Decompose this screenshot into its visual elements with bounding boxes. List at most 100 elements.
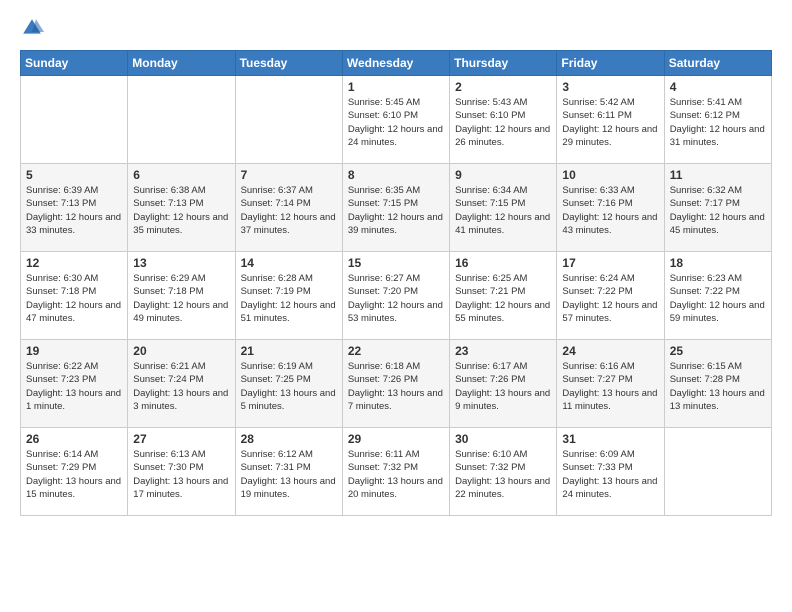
calendar-cell: 7 Sunrise: 6:37 AM Sunset: 7:14 PM Daylig… bbox=[235, 164, 342, 252]
calendar-cell: 5Sunrise: 6:39 AM Sunset: 7:13 PM Daylig… bbox=[21, 164, 128, 252]
calendar-cell: 30 Sunrise: 6:10 AM Sunset: 7:32 PM Dayli… bbox=[450, 428, 557, 516]
page: SundayMondayTuesdayWednesdayThursdayFrid… bbox=[0, 0, 792, 612]
day-number: 1 bbox=[348, 80, 444, 94]
day-number: 26 bbox=[26, 432, 122, 446]
header bbox=[20, 16, 772, 40]
day-number: 14 bbox=[241, 256, 337, 270]
calendar-cell: 21 Sunrise: 6:19 AM Sunset: 7:25 PM Dayli… bbox=[235, 340, 342, 428]
logo bbox=[20, 16, 48, 40]
day-number: 13 bbox=[133, 256, 229, 270]
calendar-week-4: 19Sunrise: 6:22 AM Sunset: 7:23 PM Dayli… bbox=[21, 340, 772, 428]
day-info: Sunrise: 6:27 AM Sunset: 7:20 PM Dayligh… bbox=[348, 272, 444, 325]
day-info: Sunrise: 6:38 AM Sunset: 7:13 PM Dayligh… bbox=[133, 184, 229, 237]
day-info: Sunrise: 6:17 AM Sunset: 7:26 PM Dayligh… bbox=[455, 360, 551, 413]
calendar-header-sunday: Sunday bbox=[21, 51, 128, 76]
day-info: Sunrise: 6:23 AM Sunset: 7:22 PM Dayligh… bbox=[670, 272, 766, 325]
day-info: Sunrise: 6:13 AM Sunset: 7:30 PM Dayligh… bbox=[133, 448, 229, 501]
day-info: Sunrise: 6:30 AM Sunset: 7:18 PM Dayligh… bbox=[26, 272, 122, 325]
calendar-cell: 2 Sunrise: 5:43 AM Sunset: 6:10 PM Daylig… bbox=[450, 76, 557, 164]
day-number: 2 bbox=[455, 80, 551, 94]
day-info: Sunrise: 6:12 AM Sunset: 7:31 PM Dayligh… bbox=[241, 448, 337, 501]
calendar-cell: 26 Sunrise: 6:14 AM Sunset: 7:29 PM Dayli… bbox=[21, 428, 128, 516]
day-info: Sunrise: 6:29 AM Sunset: 7:18 PM Dayligh… bbox=[133, 272, 229, 325]
calendar-cell: 31 Sunrise: 6:09 AM Sunset: 7:33 PM Dayli… bbox=[557, 428, 664, 516]
calendar-cell bbox=[235, 76, 342, 164]
calendar-cell: 23 Sunrise: 6:17 AM Sunset: 7:26 PM Dayli… bbox=[450, 340, 557, 428]
calendar-week-5: 26 Sunrise: 6:14 AM Sunset: 7:29 PM Dayli… bbox=[21, 428, 772, 516]
calendar-cell: 28 Sunrise: 6:12 AM Sunset: 7:31 PM Dayli… bbox=[235, 428, 342, 516]
day-number: 23 bbox=[455, 344, 551, 358]
calendar-header-monday: Monday bbox=[128, 51, 235, 76]
calendar-cell: 12 Sunrise: 6:30 AM Sunset: 7:18 PM Dayli… bbox=[21, 252, 128, 340]
calendar-cell: 22Sunrise: 6:18 AM Sunset: 7:26 PM Dayli… bbox=[342, 340, 449, 428]
calendar-header-thursday: Thursday bbox=[450, 51, 557, 76]
calendar-cell: 25 Sunrise: 6:15 AM Sunset: 7:28 PM Dayli… bbox=[664, 340, 771, 428]
calendar-cell: 29 Sunrise: 6:11 AM Sunset: 7:32 PM Dayli… bbox=[342, 428, 449, 516]
day-info: Sunrise: 6:09 AM Sunset: 7:33 PM Dayligh… bbox=[562, 448, 658, 501]
day-number: 30 bbox=[455, 432, 551, 446]
logo-icon bbox=[20, 16, 44, 40]
calendar-cell: 4 Sunrise: 5:41 AM Sunset: 6:12 PM Daylig… bbox=[664, 76, 771, 164]
day-info: Sunrise: 6:21 AM Sunset: 7:24 PM Dayligh… bbox=[133, 360, 229, 413]
day-number: 15 bbox=[348, 256, 444, 270]
calendar-cell: 1Sunrise: 5:45 AM Sunset: 6:10 PM Daylig… bbox=[342, 76, 449, 164]
day-number: 31 bbox=[562, 432, 658, 446]
calendar-cell: 18 Sunrise: 6:23 AM Sunset: 7:22 PM Dayli… bbox=[664, 252, 771, 340]
calendar-cell: 24 Sunrise: 6:16 AM Sunset: 7:27 PM Dayli… bbox=[557, 340, 664, 428]
day-info: Sunrise: 6:35 AM Sunset: 7:15 PM Dayligh… bbox=[348, 184, 444, 237]
day-number: 25 bbox=[670, 344, 766, 358]
day-info: Sunrise: 6:28 AM Sunset: 7:19 PM Dayligh… bbox=[241, 272, 337, 325]
day-number: 18 bbox=[670, 256, 766, 270]
calendar-header-saturday: Saturday bbox=[664, 51, 771, 76]
day-info: Sunrise: 6:34 AM Sunset: 7:15 PM Dayligh… bbox=[455, 184, 551, 237]
calendar-header-friday: Friday bbox=[557, 51, 664, 76]
day-number: 7 bbox=[241, 168, 337, 182]
day-info: Sunrise: 6:24 AM Sunset: 7:22 PM Dayligh… bbox=[562, 272, 658, 325]
calendar-cell: 16Sunrise: 6:25 AM Sunset: 7:21 PM Dayli… bbox=[450, 252, 557, 340]
calendar-week-3: 12 Sunrise: 6:30 AM Sunset: 7:18 PM Dayli… bbox=[21, 252, 772, 340]
calendar-cell: 8 Sunrise: 6:35 AM Sunset: 7:15 PM Daylig… bbox=[342, 164, 449, 252]
day-number: 29 bbox=[348, 432, 444, 446]
day-info: Sunrise: 5:43 AM Sunset: 6:10 PM Dayligh… bbox=[455, 96, 551, 149]
day-number: 4 bbox=[670, 80, 766, 94]
calendar-cell: 6 Sunrise: 6:38 AM Sunset: 7:13 PM Daylig… bbox=[128, 164, 235, 252]
calendar-cell: 3Sunrise: 5:42 AM Sunset: 6:11 PM Daylig… bbox=[557, 76, 664, 164]
day-info: Sunrise: 6:15 AM Sunset: 7:28 PM Dayligh… bbox=[670, 360, 766, 413]
calendar-cell: 15 Sunrise: 6:27 AM Sunset: 7:20 PM Dayli… bbox=[342, 252, 449, 340]
calendar-cell bbox=[21, 76, 128, 164]
day-number: 17 bbox=[562, 256, 658, 270]
calendar-cell: 19Sunrise: 6:22 AM Sunset: 7:23 PM Dayli… bbox=[21, 340, 128, 428]
calendar-cell: 10 Sunrise: 6:33 AM Sunset: 7:16 PM Dayli… bbox=[557, 164, 664, 252]
calendar-header-wednesday: Wednesday bbox=[342, 51, 449, 76]
day-info: Sunrise: 6:11 AM Sunset: 7:32 PM Dayligh… bbox=[348, 448, 444, 501]
day-info: Sunrise: 6:37 AM Sunset: 7:14 PM Dayligh… bbox=[241, 184, 337, 237]
day-number: 20 bbox=[133, 344, 229, 358]
calendar-cell: 20 Sunrise: 6:21 AM Sunset: 7:24 PM Dayli… bbox=[128, 340, 235, 428]
day-number: 10 bbox=[562, 168, 658, 182]
calendar-cell: 14 Sunrise: 6:28 AM Sunset: 7:19 PM Dayli… bbox=[235, 252, 342, 340]
day-info: Sunrise: 6:19 AM Sunset: 7:25 PM Dayligh… bbox=[241, 360, 337, 413]
day-number: 8 bbox=[348, 168, 444, 182]
day-number: 28 bbox=[241, 432, 337, 446]
day-info: Sunrise: 5:41 AM Sunset: 6:12 PM Dayligh… bbox=[670, 96, 766, 149]
calendar-header-row: SundayMondayTuesdayWednesdayThursdayFrid… bbox=[21, 51, 772, 76]
day-info: Sunrise: 6:25 AM Sunset: 7:21 PM Dayligh… bbox=[455, 272, 551, 325]
day-info: Sunrise: 6:16 AM Sunset: 7:27 PM Dayligh… bbox=[562, 360, 658, 413]
calendar-cell bbox=[664, 428, 771, 516]
day-number: 24 bbox=[562, 344, 658, 358]
day-number: 12 bbox=[26, 256, 122, 270]
day-number: 21 bbox=[241, 344, 337, 358]
day-number: 6 bbox=[133, 168, 229, 182]
day-info: Sunrise: 6:33 AM Sunset: 7:16 PM Dayligh… bbox=[562, 184, 658, 237]
calendar-cell: 13 Sunrise: 6:29 AM Sunset: 7:18 PM Dayli… bbox=[128, 252, 235, 340]
calendar-week-2: 5Sunrise: 6:39 AM Sunset: 7:13 PM Daylig… bbox=[21, 164, 772, 252]
calendar-cell: 9Sunrise: 6:34 AM Sunset: 7:15 PM Daylig… bbox=[450, 164, 557, 252]
day-info: Sunrise: 6:32 AM Sunset: 7:17 PM Dayligh… bbox=[670, 184, 766, 237]
day-number: 27 bbox=[133, 432, 229, 446]
day-info: Sunrise: 6:14 AM Sunset: 7:29 PM Dayligh… bbox=[26, 448, 122, 501]
calendar-cell: 11Sunrise: 6:32 AM Sunset: 7:17 PM Dayli… bbox=[664, 164, 771, 252]
calendar-cell: 17 Sunrise: 6:24 AM Sunset: 7:22 PM Dayli… bbox=[557, 252, 664, 340]
day-info: Sunrise: 6:10 AM Sunset: 7:32 PM Dayligh… bbox=[455, 448, 551, 501]
calendar-cell: 27 Sunrise: 6:13 AM Sunset: 7:30 PM Dayli… bbox=[128, 428, 235, 516]
day-info: Sunrise: 5:42 AM Sunset: 6:11 PM Dayligh… bbox=[562, 96, 658, 149]
